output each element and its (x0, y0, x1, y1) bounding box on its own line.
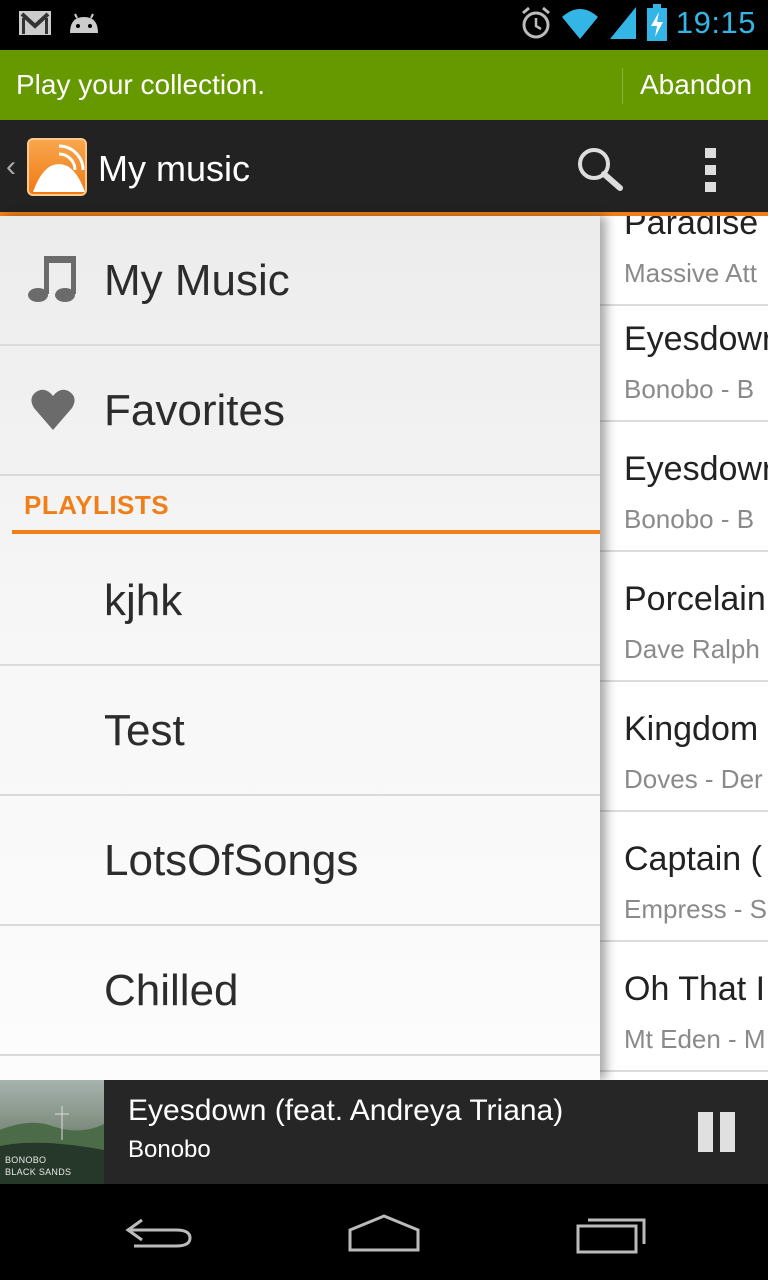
action-bar: ‹ My music (0, 120, 768, 216)
recent-apps-icon[interactable] (572, 1210, 652, 1256)
playlist-item[interactable]: Chilled (0, 926, 600, 1056)
banner-message: Play your collection. (16, 69, 266, 100)
status-bar: 19:15 (0, 0, 768, 50)
now-playing-title: Eyesdown (feat. Andreya Triana) (128, 1094, 564, 1127)
drawer-up-caret-icon[interactable]: ‹ (6, 150, 16, 184)
song-subtitle: Bonobo - B (624, 374, 755, 404)
status-bar-time: 19:15 (675, 5, 756, 40)
song-subtitle: Massive Att (624, 258, 757, 288)
drawer-item-my-music[interactable]: My Music (0, 216, 600, 346)
alarm-icon (521, 6, 550, 39)
heart-icon (31, 389, 75, 430)
drawer-item-label: My Music (104, 256, 290, 305)
song-list: Paradise Massive Att Eyesdowr Bonobo - B… (598, 216, 768, 1080)
gmail-icon (19, 11, 51, 35)
banner-divider (622, 68, 623, 104)
wifi-icon (561, 9, 598, 39)
navigation-drawer: My Music Favorites PLAYLISTS kjhk Test L… (0, 216, 600, 1080)
album-art-caption: BONOBO BLACK SANDS (5, 1155, 72, 1177)
back-icon[interactable] (120, 1210, 200, 1256)
overflow-menu-icon[interactable] (690, 144, 732, 196)
playlist-item[interactable]: kjhk (0, 536, 600, 666)
playlist-label: LotsOfSongs (104, 836, 359, 885)
album-art[interactable]: BONOBO BLACK SANDS (0, 1080, 104, 1184)
song-list-item[interactable]: Eyesdowr Bonobo - B (598, 422, 768, 552)
playlist-item[interactable]: Test (0, 666, 600, 796)
playlist-label: Test (104, 706, 185, 755)
now-playing-bar[interactable]: BONOBO BLACK SANDS Eyesdown (feat. Andre… (0, 1080, 768, 1184)
playlist-label: Chilled (104, 966, 239, 1015)
page-title: My music (98, 148, 250, 189)
app-logo-icon[interactable] (27, 138, 87, 196)
song-list-item[interactable]: Oh That I Mt Eden - M (598, 942, 768, 1072)
cast-banner: Play your collection. Abandon (0, 50, 768, 120)
search-icon[interactable] (574, 144, 626, 196)
playlist-label: kjhk (104, 576, 183, 625)
song-subtitle: Mt Eden - M (624, 1024, 766, 1054)
song-list-item[interactable]: Captain ( Empress - S (598, 812, 768, 942)
song-list-item[interactable]: Eyesdowr Bonobo - B (598, 292, 768, 422)
drawer-item-favorites[interactable]: Favorites (0, 346, 600, 476)
section-header-label: PLAYLISTS (24, 490, 170, 520)
system-navigation-bar (0, 1184, 768, 1280)
song-subtitle: Empress - S (624, 894, 768, 924)
pause-icon[interactable] (694, 1112, 738, 1152)
song-title: Captain ( (624, 840, 762, 878)
song-title: Porcelain (624, 580, 766, 618)
music-note-icon (28, 256, 76, 302)
status-bar-notifications (18, 9, 102, 37)
song-list-item[interactable]: Kingdom Doves - Der (598, 682, 768, 812)
song-subtitle: Dave Ralph (624, 634, 760, 664)
song-title: Eyesdowr (624, 320, 768, 358)
home-icon[interactable] (344, 1210, 424, 1256)
playlists-section-header: PLAYLISTS (12, 480, 600, 534)
android-icon (70, 13, 98, 33)
battery-charging-icon (646, 4, 667, 41)
song-list-item[interactable]: Porcelain Dave Ralph (598, 552, 768, 682)
now-playing-artist: Bonobo (128, 1136, 211, 1163)
song-title: Paradise (624, 216, 759, 242)
status-bar-system: 19:15 (520, 4, 756, 42)
drawer-item-label: Favorites (104, 386, 285, 435)
song-title: Kingdom (624, 710, 759, 748)
song-title: Oh That I (624, 970, 766, 1008)
playlist-item[interactable]: LotsOfSongs (0, 796, 600, 926)
signal-icon (609, 7, 636, 39)
song-subtitle: Bonobo - B (624, 504, 755, 534)
abandon-button[interactable]: Abandon (640, 69, 752, 101)
song-subtitle: Doves - Der (624, 764, 763, 794)
song-title: Eyesdowr (624, 450, 768, 488)
